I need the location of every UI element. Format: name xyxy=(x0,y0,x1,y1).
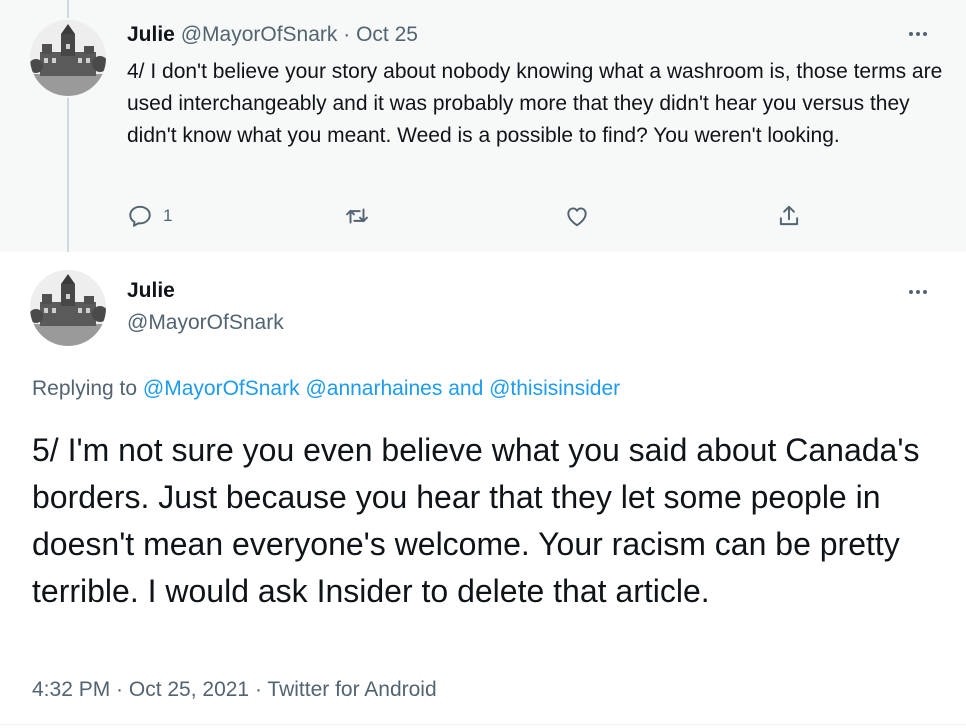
mention-link[interactable]: @MayorOfSnark xyxy=(143,377,300,400)
replying-to: Replying to @MayorOfSnark @annarhaines a… xyxy=(32,375,620,403)
handle[interactable]: @MayorOfSnark xyxy=(181,23,338,46)
mention-link[interactable]: @thisisinsider xyxy=(489,377,620,400)
reply-button[interactable]: 1 xyxy=(127,200,172,232)
tweet-date[interactable]: Oct 25 xyxy=(356,23,418,46)
avatar-building-image xyxy=(30,20,106,96)
more-icon[interactable] xyxy=(900,282,936,302)
avatar-building-image xyxy=(30,270,106,346)
tweet-header: Julie @MayorOfSnark · Oct 25 xyxy=(127,22,418,48)
share-button[interactable] xyxy=(776,200,802,232)
like-icon xyxy=(567,207,587,227)
mention-link[interactable]: @annarhaines xyxy=(305,377,442,400)
separator: · xyxy=(337,23,357,46)
thread-line-top xyxy=(67,0,69,18)
replying-and[interactable]: and xyxy=(442,377,489,400)
divider xyxy=(0,724,966,725)
tweet-timestamp[interactable]: 4:32 PM · Oct 25, 2021 · Twitter for And… xyxy=(32,676,437,704)
tweet-text: 4/ I don't believe your story about nobo… xyxy=(127,60,943,147)
retweet-button[interactable] xyxy=(344,200,370,232)
tweet-text: 5/ I'm not sure you even believe what yo… xyxy=(32,432,920,609)
avatar[interactable] xyxy=(30,20,106,96)
thread-line-connector xyxy=(67,98,69,252)
display-name[interactable]: Julie xyxy=(127,278,175,304)
replying-prefix: Replying to xyxy=(32,377,143,400)
avatar[interactable] xyxy=(30,270,106,346)
reply-icon xyxy=(129,205,151,227)
tweet-actions: 1 xyxy=(127,200,827,232)
share-icon xyxy=(779,205,799,226)
handle[interactable]: @MayorOfSnark xyxy=(127,309,284,337)
more-icon[interactable] xyxy=(900,24,936,44)
reply-count: 1 xyxy=(163,206,173,225)
previous-tweet[interactable]: Julie @MayorOfSnark · Oct 25 4/ I don't … xyxy=(0,0,966,252)
like-button[interactable] xyxy=(564,200,590,232)
retweet-icon xyxy=(346,208,368,224)
display-name[interactable]: Julie xyxy=(127,23,175,46)
